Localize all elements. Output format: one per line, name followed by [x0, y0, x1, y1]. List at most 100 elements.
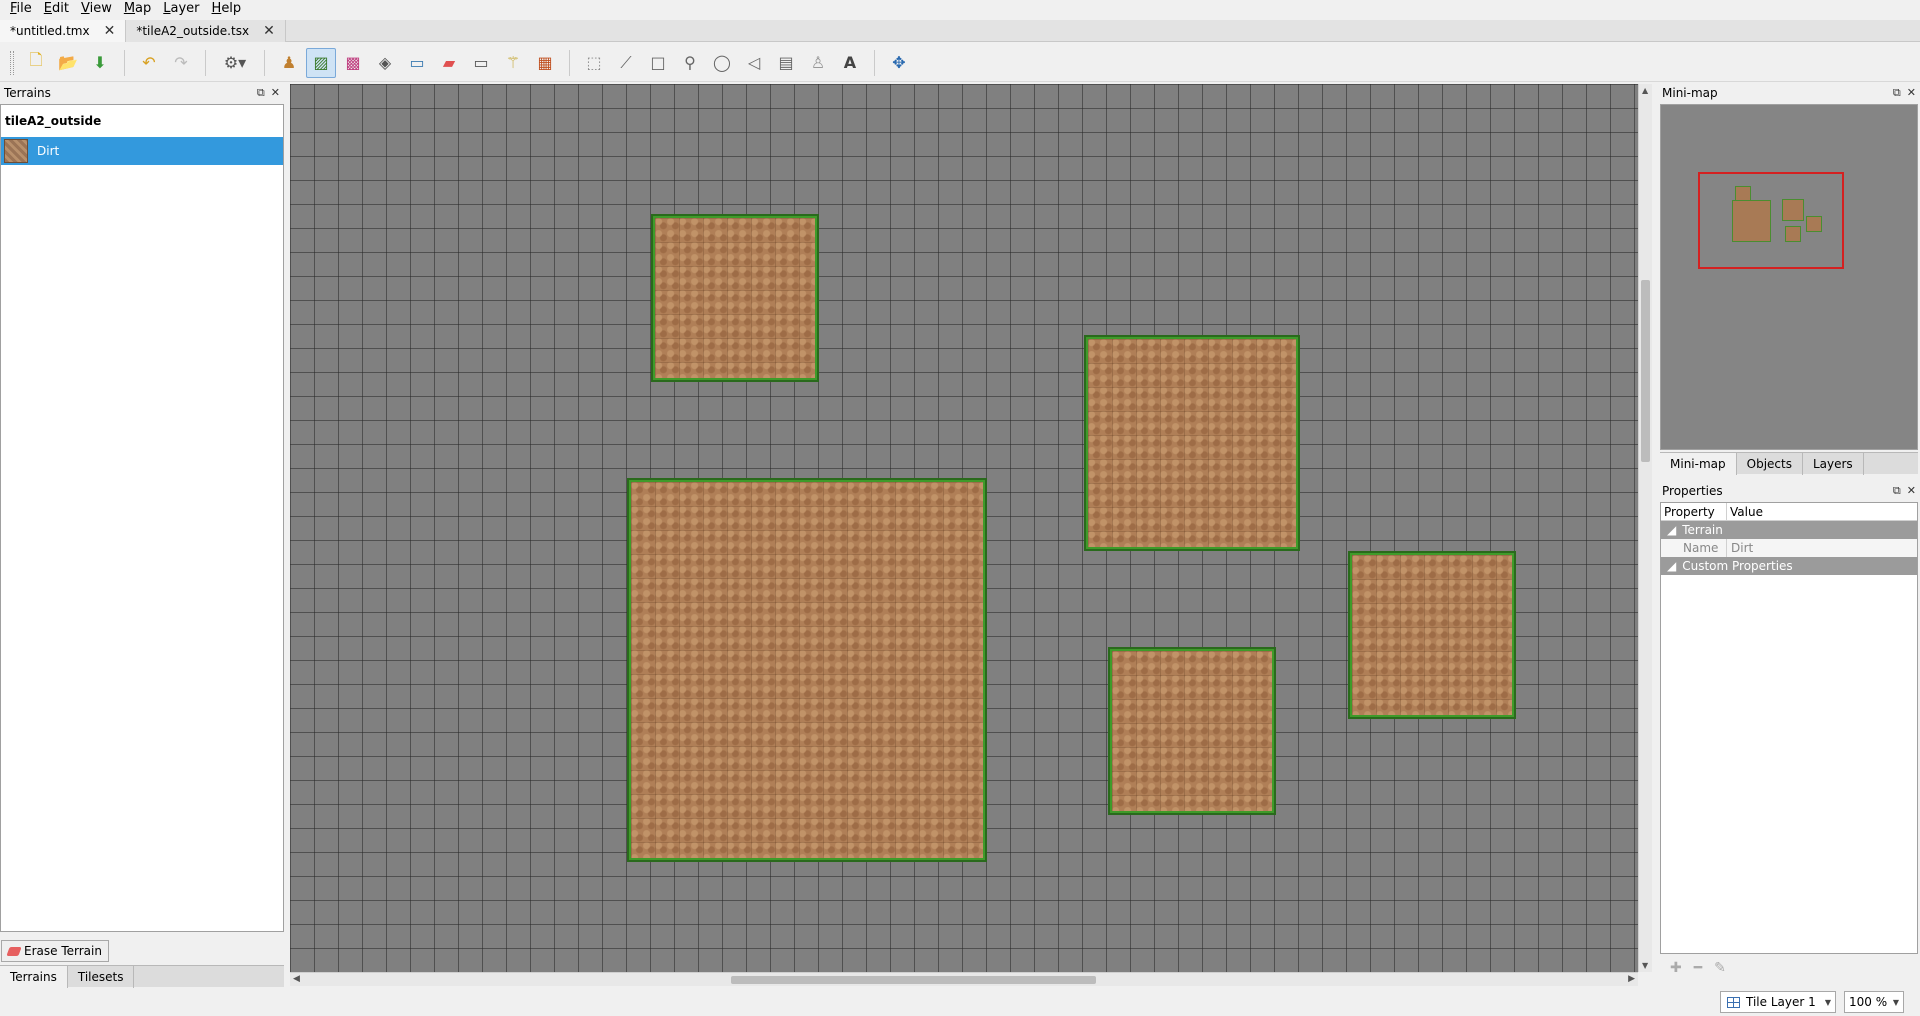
collapse-icon[interactable]: ◢	[1667, 559, 1676, 573]
move-icon[interactable]: ✥	[884, 48, 914, 78]
float-icon[interactable]: ⧉	[257, 86, 265, 100]
close-icon[interactable]: ✕	[1907, 86, 1916, 100]
terrains-panel: Terrains ⧉ ✕ tileA2_outside Dirt Erase Te…	[0, 84, 284, 996]
tab-untitled-tmx[interactable]: *untitled.tmx ✕	[0, 20, 127, 42]
properties-header: Property Value	[1661, 503, 1917, 521]
close-icon[interactable]: ✕	[263, 23, 275, 39]
float-icon[interactable]: ⧉	[1893, 86, 1901, 100]
select-objects-icon[interactable]: ⬚	[579, 48, 609, 78]
minimap-dirt	[1806, 216, 1822, 232]
scroll-left-icon[interactable]: ◀	[293, 974, 300, 984]
terrain-item-dirt[interactable]: Dirt	[1, 137, 283, 165]
scroll-right-icon[interactable]: ▶	[1628, 974, 1635, 984]
zoom-value: 100 %	[1849, 995, 1888, 1009]
statusbar: Tile Layer 1 ▼ 100 % ▼	[0, 988, 1920, 1016]
scroll-thumb[interactable]	[731, 976, 1096, 984]
insert-template-icon[interactable]: ♙	[803, 48, 833, 78]
insert-text-icon[interactable]: A	[835, 48, 865, 78]
map-canvas[interactable]	[290, 84, 1638, 972]
erase-terrain-button[interactable]: Erase Terrain	[1, 940, 109, 962]
tab-minimap[interactable]: Mini-map	[1660, 453, 1737, 475]
magic-wand-icon[interactable]: ⚚	[498, 48, 528, 78]
document-tabbar: *untitled.tmx ✕ *tileA2_outside.tsx ✕	[0, 20, 1920, 42]
map-horizontal-scrollbar[interactable]: ◀ ▶	[290, 972, 1638, 986]
menu-edit[interactable]: Edit	[38, 0, 75, 18]
menubar: File Edit View Map Layer Help	[0, 0, 1920, 18]
chevron-down-icon: ▼	[1892, 997, 1899, 1007]
select-same-tile-icon[interactable]: ▦	[530, 48, 560, 78]
menu-help[interactable]: Help	[206, 0, 248, 18]
toolbar-separator	[264, 49, 265, 76]
panel-title-text: Mini-map	[1662, 86, 1718, 100]
edit-polygons-icon[interactable]: ⟋	[611, 48, 641, 78]
tab-tilea2-outside-tsx[interactable]: *tileA2_outside.tsx ✕	[126, 20, 286, 42]
col-property[interactable]: Property	[1661, 503, 1727, 520]
insert-point-icon[interactable]: ⚲	[675, 48, 705, 78]
close-icon[interactable]: ✕	[271, 86, 280, 100]
close-icon[interactable]: ✕	[104, 23, 116, 39]
remove-property-icon[interactable]: ━	[1694, 960, 1702, 976]
stamp-brush-icon[interactable]: ♟	[274, 48, 304, 78]
dirt-patch	[1348, 551, 1516, 719]
tab-layers[interactable]: Layers	[1803, 453, 1864, 475]
menu-file[interactable]: File	[4, 0, 38, 18]
panel-title-text: Properties	[1662, 484, 1723, 498]
properties-actions: ✚ ━ ✎	[1670, 960, 1726, 976]
commands-icon[interactable]: ⚙▾	[215, 48, 255, 78]
minimap-panel-title: Mini-map ⧉ ✕	[1658, 84, 1920, 102]
chevron-down-icon: ▼	[1824, 997, 1831, 1007]
tile-layer-icon	[1727, 996, 1740, 1008]
add-property-icon[interactable]: ✚	[1670, 960, 1682, 976]
property-value: Dirt	[1731, 541, 1754, 555]
insert-polygon-icon[interactable]: ◁	[739, 48, 769, 78]
scroll-down-icon[interactable]: ▼	[1642, 961, 1648, 970]
minimap-view[interactable]	[1660, 104, 1918, 450]
redo-icon[interactable]: ↷	[166, 48, 196, 78]
menu-view[interactable]: View	[75, 0, 118, 18]
insert-rectangle-icon[interactable]: □	[643, 48, 673, 78]
eraser-icon[interactable]: ▰	[434, 48, 464, 78]
new-file-icon[interactable]: 🗋	[21, 48, 51, 78]
property-key: Name	[1661, 539, 1727, 557]
insert-tile-icon[interactable]: ▤	[771, 48, 801, 78]
main-toolbar: 🗋 📂 ⬇ ↶ ↷ ⚙▾ ♟ ▨ ▩ ◈ ▭ ▰ ▭ ⚚ ▦ ⬚ ⟋ □ ⚲ ◯…	[0, 44, 1920, 82]
open-icon[interactable]: 📂	[53, 48, 83, 78]
scroll-up-icon[interactable]: ▲	[1642, 86, 1648, 95]
save-icon[interactable]: ⬇	[85, 48, 115, 78]
rename-property-icon[interactable]: ✎	[1714, 960, 1726, 976]
menu-layer[interactable]: Layer	[157, 0, 205, 18]
col-value[interactable]: Value	[1727, 503, 1763, 520]
shape-fill-icon[interactable]: ▭	[402, 48, 432, 78]
group-label: Terrain	[1682, 523, 1723, 537]
tab-terrains[interactable]: Terrains	[0, 966, 68, 988]
tab-objects[interactable]: Objects	[1737, 453, 1803, 475]
minimap-viewport-rect[interactable]	[1698, 172, 1844, 269]
layer-select[interactable]: Tile Layer 1 ▼	[1720, 991, 1836, 1013]
insert-ellipse-icon[interactable]: ◯	[707, 48, 737, 78]
float-icon[interactable]: ⧉	[1893, 484, 1901, 498]
undo-icon[interactable]: ↶	[134, 48, 164, 78]
group-terrain[interactable]: ◢ Terrain	[1661, 521, 1917, 539]
rect-select-icon[interactable]: ▭	[466, 48, 496, 78]
close-icon[interactable]: ✕	[1907, 484, 1916, 498]
terrains-panel-title: Terrains ⧉ ✕	[0, 84, 284, 102]
scroll-thumb[interactable]	[1641, 280, 1650, 462]
collapse-icon[interactable]: ◢	[1667, 523, 1676, 537]
terrain-label: Dirt	[37, 144, 60, 158]
property-row-name[interactable]: Name Dirt	[1661, 539, 1917, 557]
terrain-brush-icon[interactable]: ▨	[306, 47, 336, 78]
dirt-patch	[1108, 647, 1276, 815]
group-label: Custom Properties	[1682, 559, 1793, 573]
toolbar-grip[interactable]	[10, 50, 14, 75]
zoom-select[interactable]: 100 % ▼	[1844, 991, 1904, 1013]
tab-tilesets[interactable]: Tilesets	[68, 966, 135, 988]
toolbar-separator	[205, 49, 206, 76]
layer-select-value: Tile Layer 1	[1746, 995, 1816, 1009]
random-mode-icon[interactable]: ▩	[338, 48, 368, 78]
menu-map[interactable]: Map	[118, 0, 157, 18]
group-custom-properties[interactable]: ◢ Custom Properties	[1661, 557, 1917, 575]
map-vertical-scrollbar[interactable]: ▲ ▼	[1638, 84, 1652, 972]
eraser-icon	[6, 946, 22, 956]
bucket-fill-icon[interactable]: ◈	[370, 48, 400, 78]
terrain-list: tileA2_outside Dirt	[0, 104, 284, 932]
